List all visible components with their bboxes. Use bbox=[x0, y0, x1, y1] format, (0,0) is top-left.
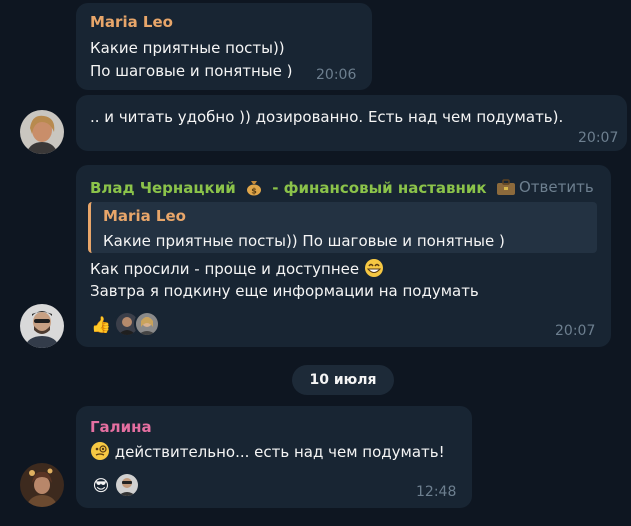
grinning-face-icon bbox=[364, 258, 384, 278]
message-timestamp: 20:06 bbox=[316, 67, 357, 83]
message-timestamp: 12:48 bbox=[416, 484, 457, 500]
face-with-monocle-icon bbox=[90, 441, 110, 461]
reply-quote[interactable]: Maria Leo Какие приятные посты)) По шаго… bbox=[88, 202, 597, 253]
briefcase-icon bbox=[496, 178, 516, 196]
message-author[interactable]: Maria Leo bbox=[90, 13, 173, 31]
reply-button[interactable]: Ответить bbox=[519, 178, 594, 196]
message-line-text: Как просили - проще и доступнее bbox=[90, 260, 360, 278]
avatar-user[interactable] bbox=[20, 110, 64, 154]
sunglasses-face-icon[interactable]: 😎 bbox=[90, 474, 112, 496]
reactions-bar[interactable]: 👍 bbox=[90, 311, 160, 337]
message-text: действительно... есть над чем подумать! bbox=[90, 441, 445, 463]
message-text-line-1: Какие приятные посты)) bbox=[90, 39, 285, 57]
money-bag-icon: $ bbox=[245, 178, 263, 196]
message-bubble-user[interactable]: .. и читать удобно )) дозированно. Есть … bbox=[76, 95, 627, 151]
quote-author: Maria Leo bbox=[103, 207, 186, 225]
avatar-vlad[interactable] bbox=[20, 304, 64, 348]
quote-text: Какие приятные посты)) По шаговые и поня… bbox=[103, 232, 505, 250]
reaction-avatar-1 bbox=[114, 472, 140, 498]
message-author[interactable]: Влад Чернацкий $ - финансовый наставник bbox=[90, 178, 516, 197]
message-timestamp: 20:07 bbox=[578, 130, 619, 146]
message-author[interactable]: Галина bbox=[90, 418, 152, 436]
message-text-line-2: Завтра я подкину еще информации на подум… bbox=[90, 282, 479, 300]
author-title: - финансовый наставник bbox=[272, 179, 487, 197]
svg-text:$: $ bbox=[251, 187, 257, 196]
message-bubble-maria[interactable]: Maria Leo Какие приятные посты)) По шаго… bbox=[76, 3, 372, 90]
message-text: .. и читать удобно )) дозированно. Есть … bbox=[90, 108, 564, 126]
message-text-line-1: Как просили - проще и доступнее bbox=[90, 258, 384, 280]
message-text-line-2: По шаговые и понятные ) bbox=[90, 62, 293, 80]
author-name: Влад Чернацкий bbox=[90, 179, 236, 197]
message-timestamp: 20:07 bbox=[555, 323, 596, 339]
message-line-text: действительно... есть над чем подумать! bbox=[114, 443, 445, 461]
bottom-bar bbox=[0, 512, 631, 526]
avatar-galina[interactable] bbox=[20, 463, 64, 507]
thumbs-up-icon[interactable]: 👍 bbox=[90, 313, 112, 335]
reactions-bar[interactable]: 😎 bbox=[90, 472, 140, 498]
date-separator: 10 июля bbox=[292, 365, 394, 395]
message-bubble-vlad[interactable]: Влад Чернацкий $ - финансовый наставник … bbox=[76, 165, 611, 347]
message-bubble-galina[interactable]: Галина действительно... есть над чем под… bbox=[76, 406, 472, 508]
reaction-avatar-2 bbox=[134, 311, 160, 337]
